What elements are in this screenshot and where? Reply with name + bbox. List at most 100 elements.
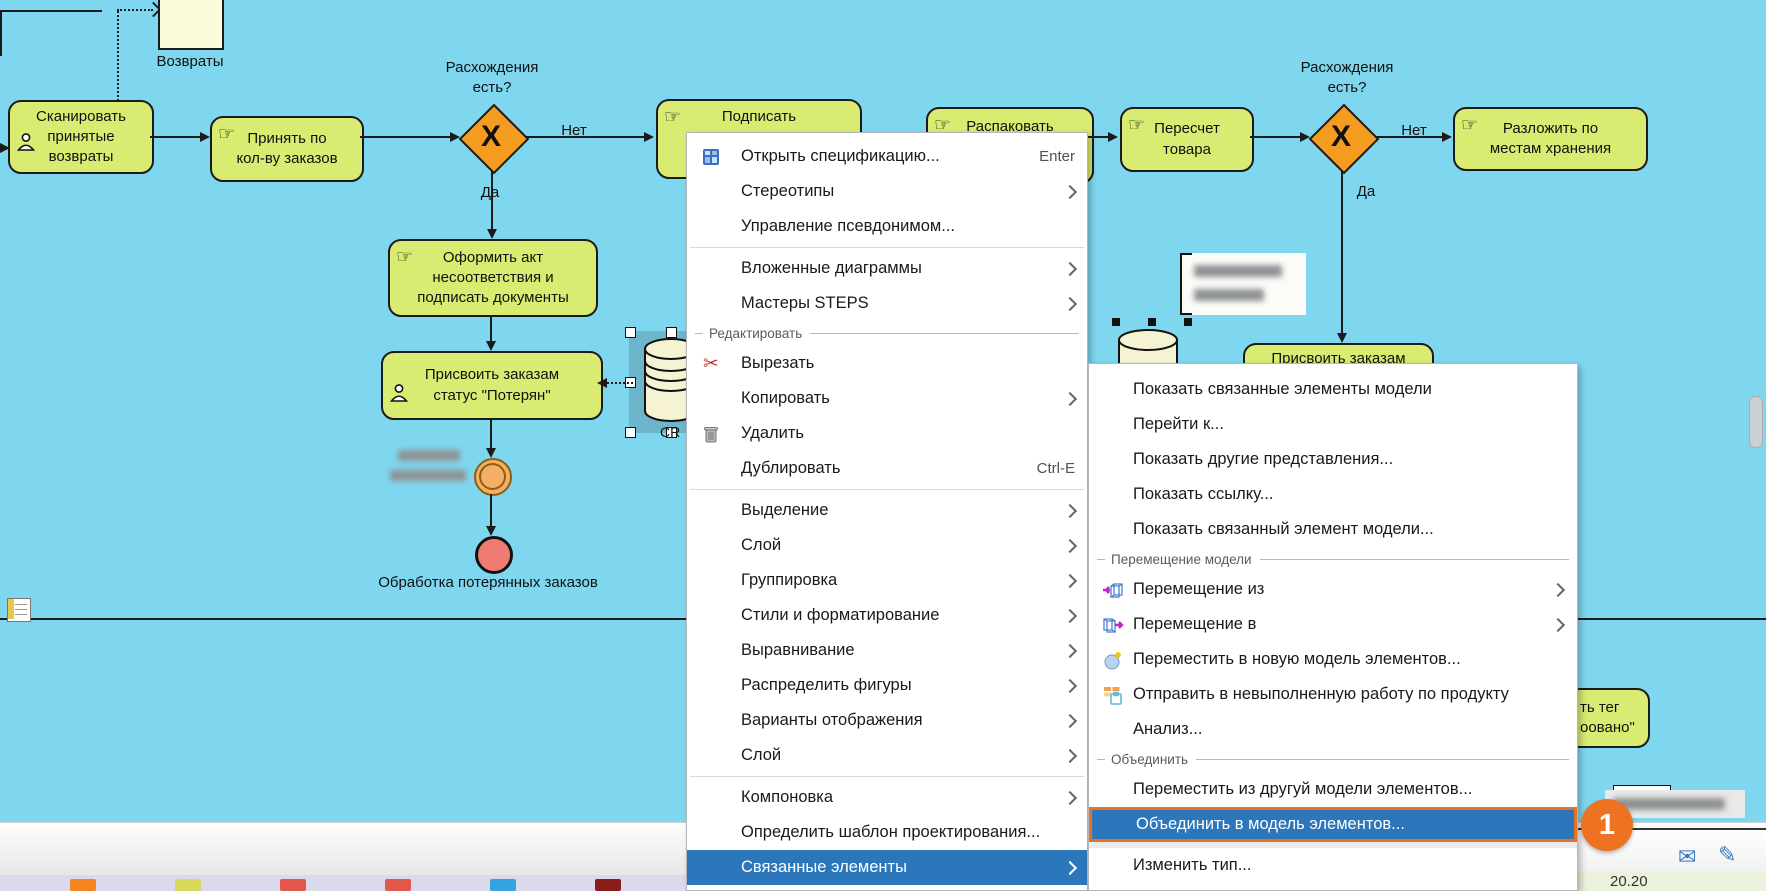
menu-item-label: Мастеры STEPS [741,294,869,313]
menu-item-alias-management[interactable]: Управление псевдонимом... [687,209,1087,244]
menu-item-show-related-elements[interactable]: Показать связанные элементы модели [1089,372,1577,407]
context-menu: Открыть спецификацию... Enter Стереотипы… [686,132,1088,891]
taskbar-app-icon[interactable] [70,879,96,891]
selection-handle[interactable] [1148,318,1156,326]
task-discrepancy-act[interactable]: ☞ Оформить акт несоответствия и подписат… [388,239,598,317]
submenu-arrow-icon [1551,582,1565,596]
user-task-icon [16,106,36,159]
sequence-flow [1250,136,1304,138]
menu-item-label: Стили и форматирование [741,606,939,625]
menu-item-alignment[interactable]: Выравнивание [687,633,1087,668]
taskbar-app-icon[interactable] [595,879,621,891]
trash-icon [699,425,723,443]
submenu-arrow-icon [1063,790,1077,804]
selection-handle[interactable] [1184,318,1192,326]
menu-item-stereotypes[interactable]: Стереотипы [687,174,1087,209]
taskbar-app-icon[interactable] [280,879,306,891]
arrowhead-icon [486,341,496,351]
redacted-annotation [1180,253,1306,315]
intermediate-event[interactable] [474,458,512,496]
menu-item-move-from-other-model[interactable]: Переместить из другуй модели элементов..… [1089,772,1577,807]
menu-item-label: Переместить в новую модель элементов... [1133,650,1461,669]
compose-note-icon[interactable]: ✎ [1718,842,1736,868]
submenu-arrow-icon [1063,573,1077,587]
arrowhead-icon [1337,333,1347,343]
menu-item-label: Дублировать [741,459,840,478]
submenu-arrow-icon [1063,748,1077,762]
submenu-arrow-icon [1063,608,1077,622]
menu-item-merge-into-model[interactable]: Объединить в модель элементов... [1089,807,1577,842]
backlog-icon [1101,685,1125,705]
menu-item-send-to-product-backlog[interactable]: Отправить в невыполненную работу по прод… [1089,677,1577,712]
taskbar-app-icon[interactable] [175,879,201,891]
menu-item-move-from[interactable]: Перемещение из [1089,572,1577,607]
sequence-flow [490,494,492,528]
menu-item-delete[interactable]: Удалить [687,416,1087,451]
menu-item-styles-formatting[interactable]: Стили и форматирование [687,598,1087,633]
taskbar-app-icon[interactable] [385,879,411,891]
resize-handle[interactable] [625,327,636,338]
menu-group-model-move: Перемещение модели [1089,547,1577,572]
menu-item-label: Выделение [741,501,828,520]
menu-item-nested-diagrams[interactable]: Вложенные диаграммы [687,251,1087,286]
resize-handle[interactable] [625,427,636,438]
menu-item-go-to[interactable]: Перейти к... [1089,407,1577,442]
task-label: ть тег оовано" [1580,698,1635,739]
menu-item-layer-2[interactable]: Слой [687,738,1087,773]
menu-item-composition[interactable]: Компоновка [687,780,1087,815]
task-accept-by-count[interactable]: ☞ Принять по кол-ву заказов [210,116,364,182]
lane-collapse-icon[interactable] [7,598,31,622]
bottom-right-strip: 20.20 [1578,872,1766,891]
mail-icon[interactable]: ✉ [1678,844,1696,870]
sequence-flow [490,418,492,450]
menu-item-analysis[interactable]: Анализ... [1089,712,1577,747]
menu-item-label: Изменить тип... [1133,856,1251,875]
task-scan-returns[interactable]: Сканировать принятые возвраты [8,100,154,174]
menu-item-distribute-shapes[interactable]: Распределить фигуры [687,668,1087,703]
menu-item-show-other-views[interactable]: Показать другие представления... [1089,442,1577,477]
menu-item-selection[interactable]: Выделение [687,493,1087,528]
menu-item-change-type[interactable]: Изменить тип... [1089,848,1577,883]
menu-item-define-design-template[interactable]: Определить шаблон проектирования... [687,815,1087,850]
menu-item-duplicate[interactable]: Дублировать Ctrl-E [687,451,1087,486]
task-label: Присвоить заказам статус "Потерян" [425,365,559,406]
task-recount-goods[interactable]: ☞ Пересчет товара [1120,107,1254,172]
menu-item-label: Показать другие представления... [1133,450,1393,469]
arrowhead-icon [1442,132,1452,142]
menu-item-open-specification[interactable]: Открыть спецификацию... Enter [687,139,1087,174]
selection-handle[interactable] [1112,318,1120,326]
menu-item-move-to[interactable]: Перемещение в [1089,607,1577,642]
menu-item-layer[interactable]: Слой [687,528,1087,563]
menu-item-show-linked-model-element[interactable]: Показать связанный элемент модели... [1089,512,1577,547]
menu-shortcut: Enter [1039,148,1075,165]
end-event[interactable] [475,536,513,574]
menu-separator [690,776,1084,777]
manual-task-icon: ☞ [664,105,681,131]
vertical-scrollbar-thumb[interactable] [1749,396,1763,448]
task-shelve[interactable]: ☞ Разложить по местам хранения [1453,107,1648,171]
menu-item-related-elements[interactable]: Связанные элементы [687,850,1087,885]
menu-item-label: Открыть спецификацию... [741,147,940,166]
menu-item-move-to-new-model[interactable]: Переместить в новую модель элементов... [1089,642,1577,677]
menu-item-label: Распределить фигуры [741,676,912,695]
menu-item-label: Группировка [741,571,837,590]
sequence-flow [1341,171,1343,335]
menu-item-label: Определить шаблон проектирования... [741,823,1040,842]
menu-item-copy[interactable]: Копировать [687,381,1087,416]
manual-task-icon: ☞ [1461,113,1478,139]
menu-item-label: Выравнивание [741,641,855,660]
arrowhead-icon [487,229,497,239]
menu-item-cut[interactable]: ✂ Вырезать [687,346,1087,381]
menu-item-show-link[interactable]: Показать ссылку... [1089,477,1577,512]
menu-item-label: Анализ... [1133,720,1202,739]
menu-item-grouping[interactable]: Группировка [687,563,1087,598]
menu-item-steps-wizards[interactable]: Мастеры STEPS [687,286,1087,321]
note-shape[interactable] [158,0,224,50]
menu-item-label: Компоновка [741,788,833,807]
step-badge: 1 [1581,799,1633,851]
menu-item-label: Слой [741,746,781,765]
menu-item-display-options[interactable]: Варианты отображения [687,703,1087,738]
task-assign-lost-status[interactable]: Присвоить заказам статус "Потерян" [381,351,603,420]
taskbar-app-icon[interactable] [490,879,516,891]
cut-icon: ✂ [699,352,723,375]
